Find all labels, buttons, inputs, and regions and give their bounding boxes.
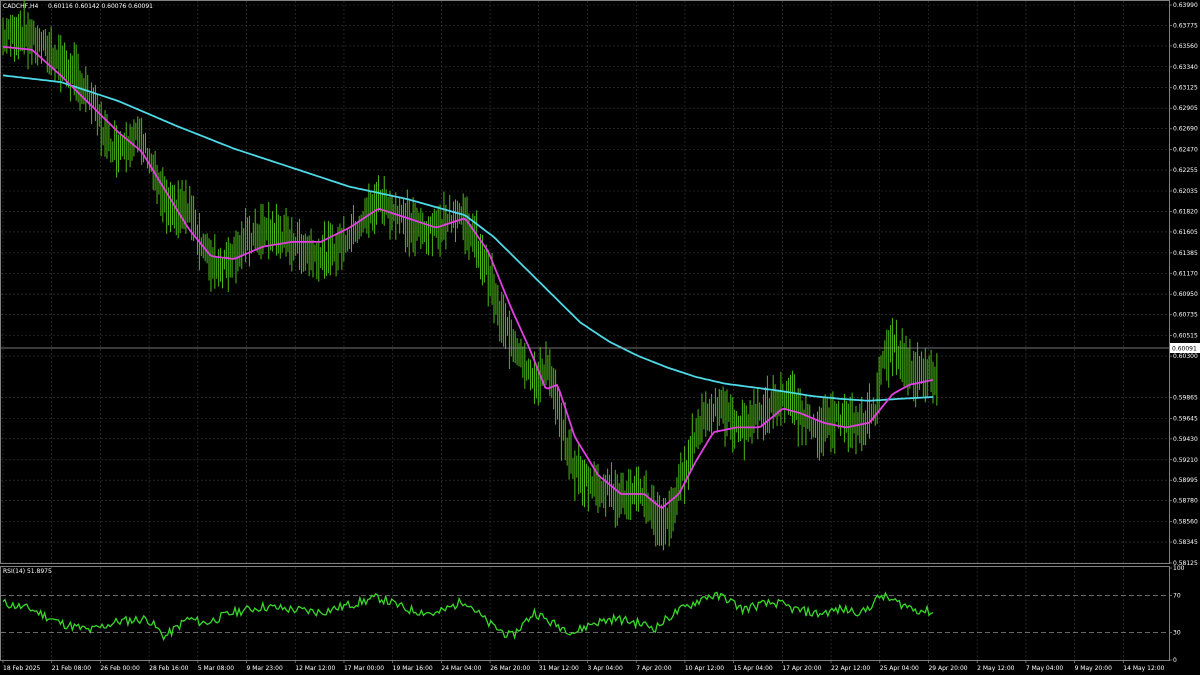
- price-tick-label: 0.60515: [1173, 333, 1198, 340]
- price-tick-label: 0.62690: [1173, 126, 1198, 133]
- time-tick-label: 24 Mar 04:00: [441, 665, 481, 672]
- price-tick-label: 0.59645: [1173, 415, 1198, 422]
- price-tick-label: 0.62905: [1173, 105, 1198, 112]
- price-tick-label: 0.60300: [1173, 353, 1198, 360]
- time-tick-label: 31 Mar 12:00: [539, 665, 579, 672]
- ohlc-values: 0.60116 0.60142 0.60076 0.60091: [48, 3, 153, 10]
- ma-slow-line: [2, 74, 934, 402]
- price-tick-label: 0.62035: [1173, 188, 1198, 195]
- time-tick-label: 9 May 20:00: [1075, 665, 1113, 672]
- price-bars: [2, 0, 938, 551]
- time-tick-label: 3 Apr 04:00: [588, 665, 623, 672]
- rsi-panel-frame: [0, 566, 1170, 661]
- price-tick-label: 0.59865: [1173, 394, 1198, 401]
- rsi-tick-label: 0: [1173, 657, 1177, 664]
- price-tick-label: 0.61385: [1173, 250, 1198, 257]
- time-tick-label: 14 May 12:00: [1123, 665, 1164, 672]
- grid-lines: [1, 1, 1169, 660]
- price-tick-label: 0.60735: [1173, 312, 1198, 319]
- time-tick-label: 5 Mar 08:00: [198, 665, 234, 672]
- price-axis: 0.63990 0.63775 0.63560 0.63340 0.63125 0.629…: [1169, 2, 1198, 567]
- price-tick-label: 0.59430: [1173, 436, 1198, 443]
- time-tick-label: 19 Mar 16:00: [393, 665, 433, 672]
- rsi-axis: 100 70 30 0: [1169, 565, 1185, 664]
- price-tick-label: 0.58345: [1173, 539, 1198, 546]
- price-tick-label: 0.63340: [1173, 64, 1198, 71]
- time-tick-label: 17 Apr 20:00: [782, 665, 821, 672]
- price-tick-label: 0.61170: [1173, 270, 1198, 277]
- price-tick-label: 0.58995: [1173, 477, 1198, 484]
- current-price-label: 0.60091: [1172, 346, 1197, 353]
- time-tick-label: 15 Apr 04:00: [734, 665, 773, 672]
- price-tick-label: 0.61605: [1173, 229, 1198, 236]
- price-tick-label: 0.60950: [1173, 291, 1198, 298]
- time-tick-label: 17 Mar 00:00: [344, 665, 384, 672]
- time-tick-label: 10 Apr 12:00: [685, 665, 724, 672]
- price-panel-frame: [0, 0, 1170, 564]
- time-tick-label: 28 Feb 16:00: [149, 665, 189, 672]
- time-tick-label: 21 Feb 08:00: [52, 665, 92, 672]
- rsi-tick-label: 30: [1173, 629, 1181, 636]
- time-tick-label: 26 Mar 20:00: [490, 665, 530, 672]
- time-tick-label: 9 Mar 23:00: [247, 665, 283, 672]
- price-tick-label: 0.62470: [1173, 147, 1198, 154]
- chart-canvas: 0.63990 0.63775 0.63560 0.63340 0.63125 0.629…: [0, 0, 1200, 672]
- time-tick-label: 7 May 04:00: [1026, 665, 1064, 672]
- rsi-tick-label: 70: [1173, 593, 1181, 600]
- rsi-label: RSI(14) 51.8975: [3, 568, 52, 575]
- price-tick-label: 0.63125: [1173, 84, 1198, 91]
- time-tick-label: 7 Apr 20:00: [636, 665, 671, 672]
- time-tick-label: 12 Mar 12:00: [295, 665, 335, 672]
- time-tick-label: 29 Apr 20:00: [928, 665, 967, 672]
- price-tick-label: 0.63775: [1173, 22, 1198, 29]
- price-tick-label: 0.61820: [1173, 208, 1198, 215]
- price-tick-label: 0.59210: [1173, 457, 1198, 464]
- rsi-tick-label: 100: [1173, 565, 1185, 572]
- price-tick-label: 0.63560: [1173, 43, 1198, 50]
- time-tick-label: 18 Feb 2025: [3, 665, 41, 672]
- time-axis: 18 Feb 2025 21 Feb 08:00 26 Feb 00:00 28 Fe…: [2, 660, 1165, 672]
- time-tick-label: 25 Apr 04:00: [880, 665, 919, 672]
- price-tick-label: 0.58560: [1173, 519, 1198, 526]
- time-tick-label: 26 Feb 00:00: [100, 665, 140, 672]
- time-tick-label: 22 Apr 12:00: [831, 665, 870, 672]
- time-tick-label: 2 May 12:00: [977, 665, 1015, 672]
- price-tick-label: 0.62255: [1173, 167, 1198, 174]
- price-tick-label: 0.58780: [1173, 498, 1198, 505]
- symbol-label: CADCHF,H4: [3, 3, 38, 10]
- price-tick-label: 0.63990: [1173, 2, 1198, 9]
